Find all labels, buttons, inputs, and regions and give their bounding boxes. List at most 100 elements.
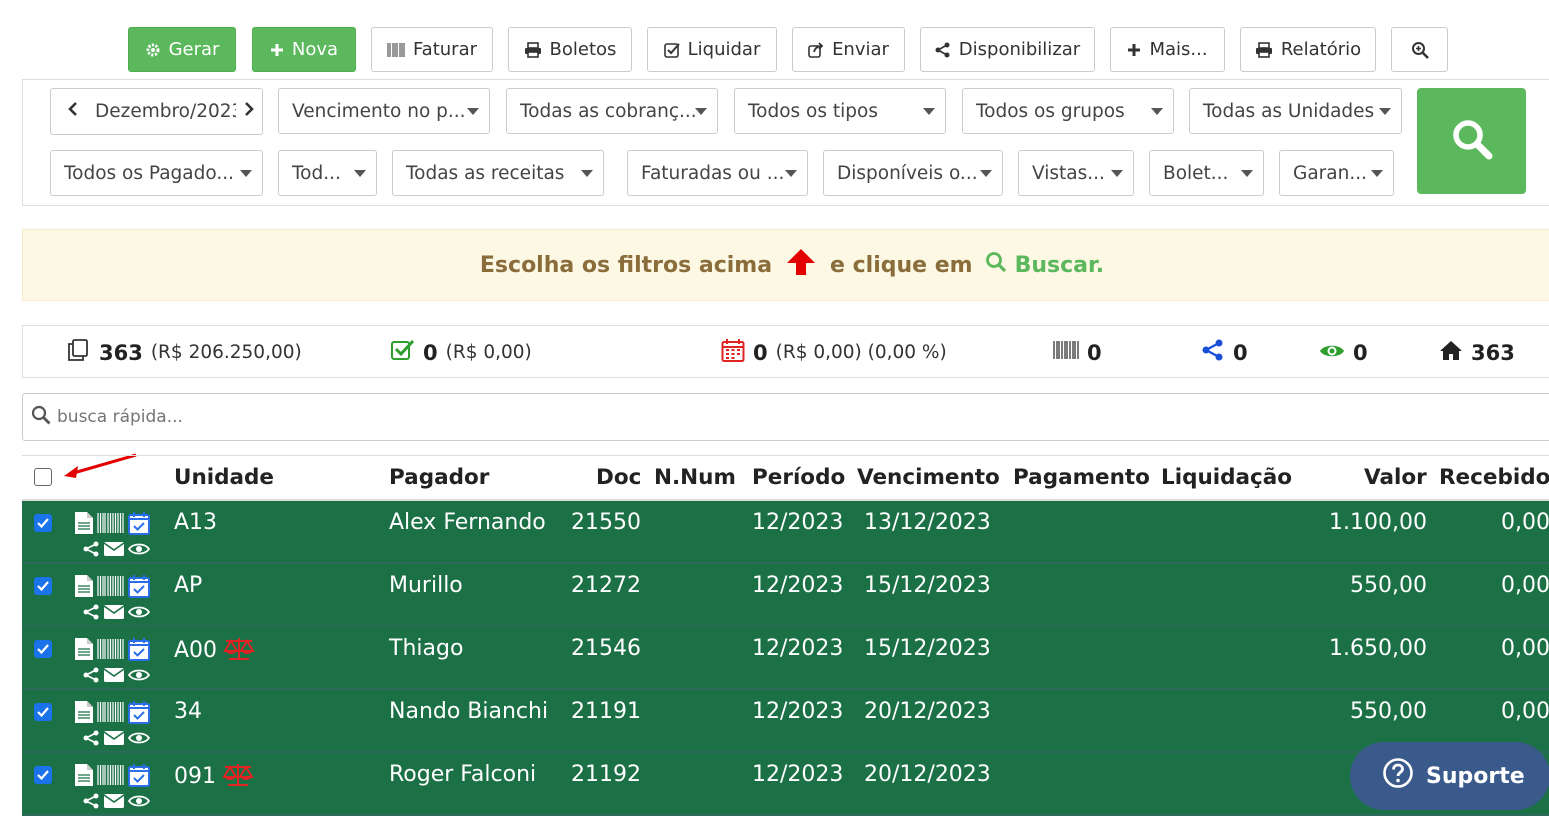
table-row[interactable]: A13 Alex Fernando 21550 12/2023 13/12/20… [22,501,1549,564]
row-checkbox[interactable] [34,766,52,784]
filter-vencimento[interactable]: Vencimento no p... [278,88,490,134]
stat-overdue: 0 (R$ 0,00) (0,00 %) [721,326,947,379]
share-icon[interactable] [82,790,100,815]
filter-vistas[interactable]: Vistas... [1018,150,1134,196]
prev-month-button[interactable] [51,89,95,134]
share-icon[interactable] [82,664,100,689]
table-row[interactable]: A00 Thiago 21546 12/2023 15/12/2023 1.65… [22,627,1549,690]
barcode-icon[interactable] [97,764,125,792]
filter-receitas[interactable]: Todas as receitas [392,150,604,196]
liquidar-button[interactable]: Liquidar [647,27,777,72]
eye-icon[interactable] [127,601,151,626]
envelope-icon[interactable] [103,790,125,815]
filter-receitas-label: Todas as receitas [406,162,565,184]
row-checkbox[interactable] [34,577,52,595]
search-icon [985,251,1007,279]
header-liquidacao[interactable]: Liquidação [1161,465,1292,490]
zoom-button[interactable] [1391,27,1448,72]
faturar-button[interactable]: Faturar [371,27,493,72]
envelope-icon[interactable] [103,727,125,752]
filter-boletos[interactable]: Bolet... [1149,150,1264,196]
filter-garantia-label: Garan... [1293,162,1367,184]
header-periodo[interactable]: Período [752,465,845,490]
table-row[interactable]: 091 Roger Falconi 21192 12/2023 20/12/20… [22,753,1549,816]
table-row[interactable]: 34 Nando Bianchi 21191 12/2023 20/12/202… [22,690,1549,753]
header-doc[interactable]: Doc [596,465,641,490]
filter-cobrancas[interactable]: Todas as cobranç... [506,88,718,134]
buscar-link[interactable]: Buscar. [985,251,1104,279]
header-vencimento[interactable]: Vencimento [857,465,1000,490]
filter-disponiveis[interactable]: Disponíveis o... [823,150,1003,196]
filter-tod[interactable]: Tod... [278,150,377,196]
boletos-button[interactable]: Boletos [508,27,632,72]
cell-vencimento: 15/12/2023 [864,636,991,661]
eye-icon[interactable] [127,538,151,563]
document-icon[interactable] [74,511,94,541]
nova-button[interactable]: Nova [252,27,356,72]
header-nnum[interactable]: N.Num [654,465,736,490]
envelope-icon[interactable] [103,538,125,563]
header-pagamento[interactable]: Pagamento [1013,465,1150,490]
document-icon[interactable] [74,574,94,604]
calendar-check-icon[interactable] [128,511,150,541]
next-month-button[interactable] [236,89,262,134]
calendar-check-icon[interactable] [128,700,150,730]
filter-unidades-label: Todas as Unidades [1203,100,1375,122]
eye-icon[interactable] [127,664,151,689]
row-actions-bottom [82,664,151,689]
cell-doc: 21546 [571,636,641,661]
barcode-icon[interactable] [97,512,125,540]
support-button[interactable]: Suporte [1350,742,1549,810]
calendar-check-icon[interactable] [128,574,150,604]
table-row[interactable]: AP Murillo 21272 12/2023 15/12/2023 550,… [22,564,1549,627]
row-checkbox[interactable] [34,640,52,658]
envelope-icon[interactable] [103,601,125,626]
relatorio-button[interactable]: Relatório [1240,27,1376,72]
balance-scale-icon [223,638,255,666]
header-unidade[interactable]: Unidade [174,465,274,490]
header-pagador[interactable]: Pagador [389,465,489,490]
barcode-icon[interactable] [97,638,125,666]
document-icon[interactable] [74,637,94,667]
calendar-check-icon[interactable] [128,763,150,793]
filter-faturadas[interactable]: Faturadas ou ... [627,150,808,196]
header-valor[interactable]: Valor [1364,465,1427,490]
search-button[interactable] [1417,88,1526,194]
quick-search-input[interactable] [57,407,1457,427]
plus-icon [270,43,284,57]
row-checkbox[interactable] [34,514,52,532]
cell-unidade-text: AP [174,573,203,598]
share-icon[interactable] [82,727,100,752]
disponibilizar-button[interactable]: Disponibilizar [920,27,1095,72]
eye-icon[interactable] [127,790,151,815]
share-icon[interactable] [82,538,100,563]
document-icon[interactable] [74,700,94,730]
filter-disponiveis-label: Disponíveis o... [837,162,978,184]
cell-periodo: 12/2023 [752,762,844,787]
filter-tod-label: Tod... [292,162,341,184]
disponibilizar-label: Disponibilizar [958,39,1081,60]
caret-down-icon [1371,170,1383,177]
filter-pagadores[interactable]: Todos os Pagado... [50,150,263,196]
alert-text: Escolha os filtros acima [479,252,773,278]
eye-icon[interactable] [127,727,151,752]
filter-garantia[interactable]: Garan... [1279,150,1394,196]
header-recebido[interactable]: Recebido [1439,465,1549,490]
filter-grupos[interactable]: Todos os grupos [962,88,1174,134]
envelope-icon[interactable] [103,664,125,689]
select-all-checkbox[interactable] [34,468,52,486]
share-icon[interactable] [82,601,100,626]
caret-down-icon [581,170,593,177]
mais-button[interactable]: Mais... [1110,27,1225,72]
gerar-button[interactable]: Gerar [128,27,236,72]
document-icon[interactable] [74,763,94,793]
calendar-check-icon[interactable] [128,637,150,667]
enviar-button[interactable]: Enviar [792,27,905,72]
filter-tipos[interactable]: Todos os tipos [734,88,946,134]
filter-unidades[interactable]: Todas as Unidades [1189,88,1402,134]
row-checkbox[interactable] [34,703,52,721]
home-icon [1439,339,1463,366]
barcode-icon[interactable] [97,701,125,729]
calendar-icon [721,338,745,367]
barcode-icon[interactable] [97,575,125,603]
